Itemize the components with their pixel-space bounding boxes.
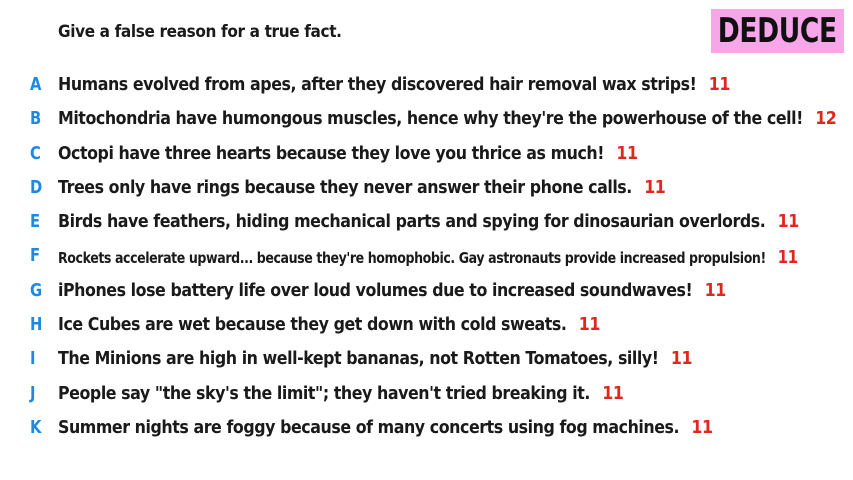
answer-text: Trees only have rings because they never… — [58, 176, 632, 198]
answer-score: 11 — [777, 211, 800, 233]
answer-row[interactable]: C Octopi have three hearts because they … — [0, 139, 853, 173]
answer-text: iPhones lose battery life over loud volu… — [58, 279, 693, 301]
answer-row[interactable]: B Mitochondria have humongous muscles, h… — [0, 104, 853, 138]
answer-text: Rockets accelerate upward... because the… — [58, 249, 766, 268]
answer-score: 11 — [578, 314, 601, 336]
answer-letter: D — [30, 176, 43, 198]
answer-content: Rockets accelerate upward... because the… — [58, 247, 798, 268]
answer-letter: K — [30, 416, 42, 438]
answer-text: Ice Cubes are wet because they get down … — [58, 314, 567, 336]
answer-score: 11 — [602, 382, 624, 404]
answer-score: 11 — [644, 176, 666, 198]
game-mode-badge: DEDUCE — [711, 9, 844, 53]
answer-row[interactable]: J People say "the sky's the limit"; they… — [0, 379, 853, 413]
answer-letter: I — [30, 348, 36, 370]
answer-letter: A — [30, 74, 42, 95]
answer-letter: H — [30, 314, 43, 336]
answer-row[interactable]: K Summer nights are foggy because of man… — [0, 413, 853, 447]
answer-row[interactable]: I The Minions are high in well-kept bana… — [0, 344, 853, 378]
answer-content: Trees only have rings because they never… — [58, 176, 666, 198]
answer-text: Mitochondria have humongous muscles, hen… — [58, 108, 803, 130]
answer-row[interactable]: D Trees only have rings because they nev… — [0, 173, 853, 207]
answer-score: 11 — [616, 142, 638, 164]
answer-score: 12 — [815, 108, 837, 130]
answer-score: 11 — [708, 74, 731, 95]
answer-row[interactable]: H Ice Cubes are wet because they get dow… — [0, 310, 853, 344]
answer-letter: J — [30, 382, 36, 404]
answer-list: A Humans evolved from apes, after they d… — [0, 70, 853, 447]
answer-score: 11 — [704, 279, 727, 301]
answer-content: Birds have feathers, hiding mechanical p… — [58, 211, 799, 232]
answer-score: 11 — [777, 247, 799, 269]
answer-letter: G — [30, 279, 43, 301]
answer-row[interactable]: G iPhones lose battery life over loud vo… — [0, 276, 853, 310]
answer-content: Ice Cubes are wet because they get down … — [58, 314, 600, 335]
answer-content: Humans evolved from apes, after they dis… — [58, 74, 730, 95]
answer-score: 11 — [670, 348, 693, 370]
answer-letter: C — [30, 142, 41, 164]
answer-content: The Minions are high in well-kept banana… — [58, 348, 693, 370]
answer-text: People say "the sky's the limit"; they h… — [58, 382, 590, 404]
answer-row[interactable]: F Rockets accelerate upward... because t… — [0, 241, 853, 275]
answer-content: People say "the sky's the limit"; they h… — [58, 382, 624, 404]
answer-text: Octopi have three hearts because they lo… — [58, 142, 605, 164]
game-mode-label: DEDUCE — [718, 11, 837, 51]
answer-letter: E — [30, 211, 41, 233]
answer-letter: F — [30, 245, 41, 267]
answer-text: Birds have feathers, hiding mechanical p… — [58, 211, 766, 233]
answer-row[interactable]: E Birds have feathers, hiding mechanical… — [0, 207, 853, 241]
answer-row[interactable]: A Humans evolved from apes, after they d… — [0, 70, 853, 104]
answer-text: Summer nights are foggy because of many … — [58, 416, 680, 438]
answer-content: Octopi have three hearts because they lo… — [58, 143, 638, 164]
answer-text: The Minions are high in well-kept banana… — [58, 348, 659, 370]
answer-score: 11 — [691, 416, 713, 438]
prompt-text: Give a false reason for a true fact. — [58, 22, 342, 42]
answer-content: Summer nights are foggy because of many … — [58, 417, 713, 438]
answer-content: iPhones lose battery life over loud volu… — [58, 280, 726, 301]
answer-text: Humans evolved from apes, after they dis… — [58, 74, 697, 95]
answer-content: Mitochondria have humongous muscles, hen… — [58, 108, 837, 130]
answer-letter: B — [30, 108, 42, 130]
